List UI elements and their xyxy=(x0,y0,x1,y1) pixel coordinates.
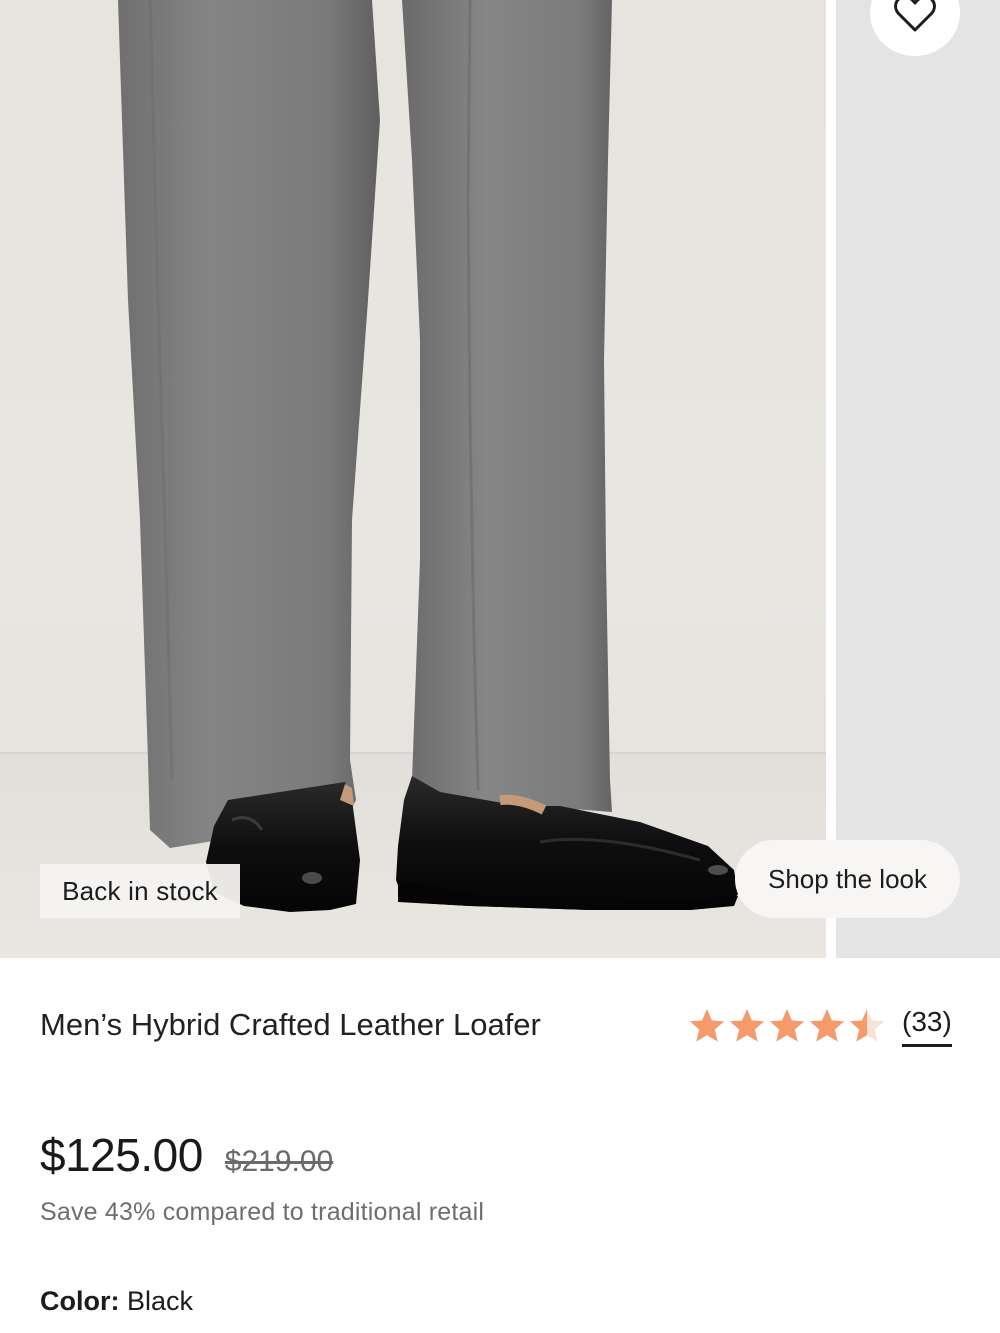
star-icon xyxy=(809,1009,845,1042)
next-product-photo[interactable] xyxy=(836,0,1000,958)
star-icon xyxy=(729,1009,765,1042)
back-in-stock-badge: Back in stock xyxy=(40,864,240,918)
star-icon xyxy=(769,1009,805,1042)
product-photo[interactable] xyxy=(0,0,826,958)
rating-stars xyxy=(688,1007,886,1045)
product-page: Back in stock Shop the look Men’s Hybrid… xyxy=(0,0,1000,1333)
product-photo-illustration xyxy=(118,0,738,912)
color-selector-label: Color: Black xyxy=(40,1286,193,1317)
price-row: $125.00 $219.00 xyxy=(40,1128,333,1182)
color-label: Color: xyxy=(40,1286,120,1316)
savings-text: Save 43% compared to traditional retail xyxy=(40,1198,485,1226)
product-title: Men’s Hybrid Crafted Leather Loafer xyxy=(40,1007,541,1042)
badge-text: Back in stock xyxy=(62,875,218,906)
gallery-divider xyxy=(826,0,836,958)
product-image-gallery[interactable]: Back in stock Shop the look xyxy=(0,0,1000,958)
color-value: Black xyxy=(127,1286,194,1316)
product-rating[interactable]: (33) xyxy=(688,1004,952,1048)
shop-the-look-label: Shop the look xyxy=(767,863,927,894)
star-icon xyxy=(689,1009,725,1042)
original-price: $219.00 xyxy=(224,1145,334,1178)
shop-the-look-button[interactable]: Shop the look xyxy=(735,840,960,918)
heart-icon xyxy=(894,0,936,32)
sale-price: $125.00 xyxy=(40,1129,203,1181)
star-icon xyxy=(849,1009,885,1042)
review-count-link[interactable]: (33) xyxy=(902,1006,952,1047)
